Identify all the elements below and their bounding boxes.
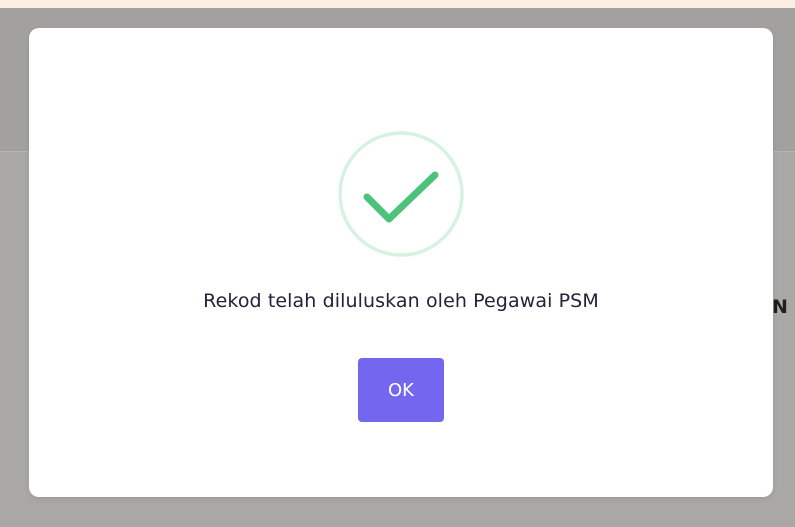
page-top-strip xyxy=(0,0,795,8)
background-text-fragment: N xyxy=(772,296,788,318)
success-dialog: Rekod telah diluluskan oleh Pegawai PSM … xyxy=(29,28,773,497)
dialog-message: Rekod telah diluluskan oleh Pegawai PSM xyxy=(203,290,599,312)
check-circle-icon xyxy=(336,129,466,259)
ok-button[interactable]: OK xyxy=(358,358,444,422)
